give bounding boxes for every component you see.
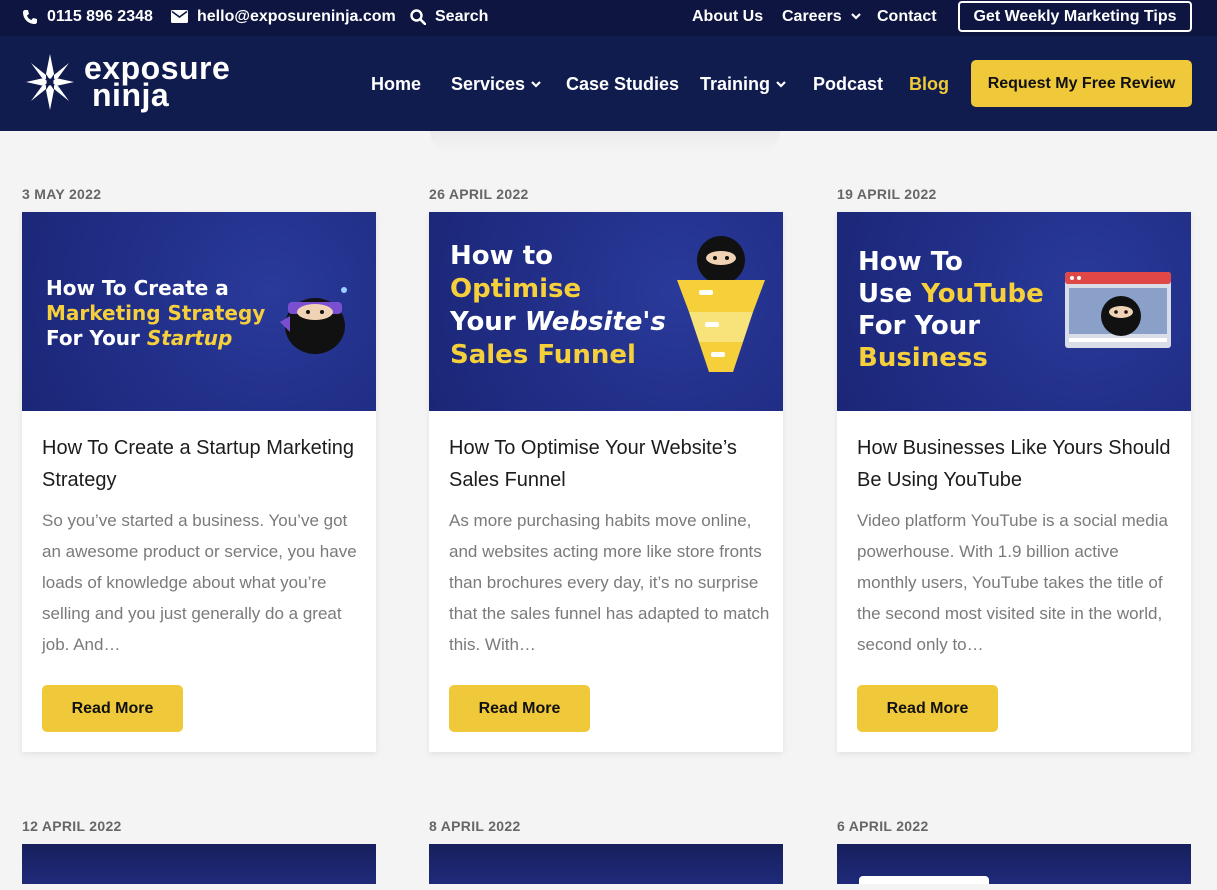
- thumb-line-part: For Your: [46, 326, 147, 350]
- thumb-line: Sales Funnel: [450, 340, 636, 370]
- sales-funnel-icon: [677, 236, 765, 372]
- ninja-mascot-icon: [280, 287, 347, 354]
- about-us-label: About Us: [692, 7, 764, 25]
- thumb-line: Your Website's: [450, 306, 666, 339]
- thumb-line-part: YouTube: [921, 279, 1044, 309]
- top-utility-bar: 0115 896 2348 hello@exposureninja.com Se…: [0, 0, 1217, 36]
- chevron-down-icon: [776, 80, 786, 88]
- post-title[interactable]: How To Optimise Your Website’s Sales Fun…: [449, 432, 769, 496]
- about-us-link[interactable]: About Us: [692, 0, 763, 33]
- email-link[interactable]: hello@exposureninja.com: [171, 0, 396, 33]
- post-title[interactable]: How Businesses Like Yours Should Be Usin…: [857, 432, 1177, 496]
- main-navigation: exposure ninja Home Services Case Studie…: [0, 36, 1217, 131]
- post-date: 6 APRIL 2022: [837, 818, 929, 834]
- thumb-line-part: Startup: [146, 326, 233, 350]
- thumb-line-part: Your: [450, 307, 525, 337]
- request-review-button[interactable]: Request My Free Review: [971, 60, 1192, 107]
- nav-case-studies-label: Case Studies: [566, 73, 680, 94]
- nav-podcast-label: Podcast: [813, 73, 884, 94]
- search-icon: [410, 8, 426, 25]
- thumbnail-heading: How to Optimise Your Website's Sales Fun…: [450, 240, 666, 372]
- thumb-line: For Your: [858, 311, 981, 341]
- thumb-line: How To Create a: [46, 276, 229, 300]
- video-player-icon: [1065, 272, 1171, 348]
- nav-home-label: Home: [371, 73, 422, 94]
- post-thumbnail[interactable]: How To Create a Marketing Strategy For Y…: [22, 212, 376, 411]
- post-date: 3 MAY 2022: [22, 186, 102, 202]
- post-card-5: 8 APRIL 2022: [429, 818, 783, 890]
- post-excerpt: So you’ve started a business. You’ve got…: [42, 511, 357, 654]
- post-card: How To Create a Marketing Strategy For Y…: [22, 212, 376, 752]
- thumb-line: Business: [858, 343, 988, 373]
- nav-blog[interactable]: Blog: [909, 72, 949, 96]
- nav-training-label: Training: [700, 73, 771, 94]
- thumbnail-preview-box: [859, 876, 989, 884]
- thumb-line-part: Website's: [524, 307, 666, 337]
- post-date: 26 APRIL 2022: [429, 186, 529, 202]
- thumb-line: For Your Startup: [46, 326, 265, 351]
- post-excerpt: As more purchasing habits move online, a…: [449, 511, 770, 654]
- careers-label: Careers: [782, 7, 842, 25]
- read-more-button[interactable]: Read More: [857, 685, 998, 732]
- post-thumbnail[interactable]: How to Optimise Your Website's Sales Fun…: [429, 212, 783, 411]
- nav-blog-label: Blog: [909, 73, 949, 94]
- nav-training[interactable]: Training: [700, 72, 786, 96]
- ninja-star-icon: [26, 54, 74, 110]
- nav-services[interactable]: Services: [451, 72, 541, 96]
- chevron-down-icon: [850, 13, 861, 20]
- thumb-line: Use YouTube: [858, 278, 1044, 310]
- post-thumbnail[interactable]: [837, 844, 1191, 884]
- nav-case-studies[interactable]: Case Studies: [566, 72, 679, 96]
- search-label: Search: [435, 7, 489, 25]
- post-thumbnail[interactable]: [22, 844, 376, 884]
- thumbnail-heading: How To Create a Marketing Strategy For Y…: [46, 276, 265, 351]
- phone-icon: [23, 9, 37, 24]
- post-thumbnail[interactable]: How To Use YouTube For Your Business: [837, 212, 1191, 411]
- post-title[interactable]: How To Create a Startup Marketing Strate…: [42, 432, 362, 496]
- brand-line-2: ninja: [92, 77, 170, 113]
- thumb-line: How to: [450, 241, 553, 271]
- brand-logo[interactable]: exposure ninja: [26, 52, 230, 113]
- nav-home[interactable]: Home: [371, 72, 421, 96]
- thumb-line-part: Use: [858, 279, 922, 309]
- post-date: 19 APRIL 2022: [837, 186, 937, 202]
- careers-link[interactable]: Careers: [782, 0, 861, 33]
- post-date: 12 APRIL 2022: [22, 818, 122, 834]
- phone-link[interactable]: 0115 896 2348: [22, 0, 153, 33]
- post-thumbnail[interactable]: [429, 844, 783, 884]
- envelope-icon: [171, 10, 188, 23]
- post-excerpt: Video platform YouTube is a social media…: [857, 511, 1168, 654]
- thumb-line: Optimise: [450, 274, 582, 304]
- brand-wordmark: exposure ninja: [84, 52, 230, 113]
- post-card: How To Use YouTube For Your Business How…: [837, 212, 1191, 752]
- post-date: 8 APRIL 2022: [429, 818, 521, 834]
- chevron-down-icon: [531, 80, 541, 88]
- post-card-4: 12 APRIL 2022: [22, 818, 376, 890]
- read-more-button[interactable]: Read More: [42, 685, 183, 732]
- email-address: hello@exposureninja.com: [197, 7, 396, 25]
- contact-label: Contact: [877, 7, 937, 25]
- thumb-line: How To: [858, 247, 963, 277]
- post-card-6: 6 APRIL 2022: [837, 818, 1191, 890]
- nav-services-label: Services: [451, 73, 526, 94]
- thumbnail-heading: How To Use YouTube For Your Business: [858, 246, 1044, 374]
- nav-dropdown-shadow: [430, 131, 780, 153]
- search-link[interactable]: Search: [410, 0, 488, 33]
- contact-link[interactable]: Contact: [877, 0, 937, 33]
- read-more-button[interactable]: Read More: [449, 685, 590, 732]
- thumb-line: Marketing Strategy: [46, 301, 266, 325]
- phone-number: 0115 896 2348: [47, 7, 153, 25]
- post-card: How to Optimise Your Website's Sales Fun…: [429, 212, 783, 752]
- weekly-tips-button[interactable]: Get Weekly Marketing Tips: [958, 1, 1192, 32]
- nav-podcast[interactable]: Podcast: [813, 72, 883, 96]
